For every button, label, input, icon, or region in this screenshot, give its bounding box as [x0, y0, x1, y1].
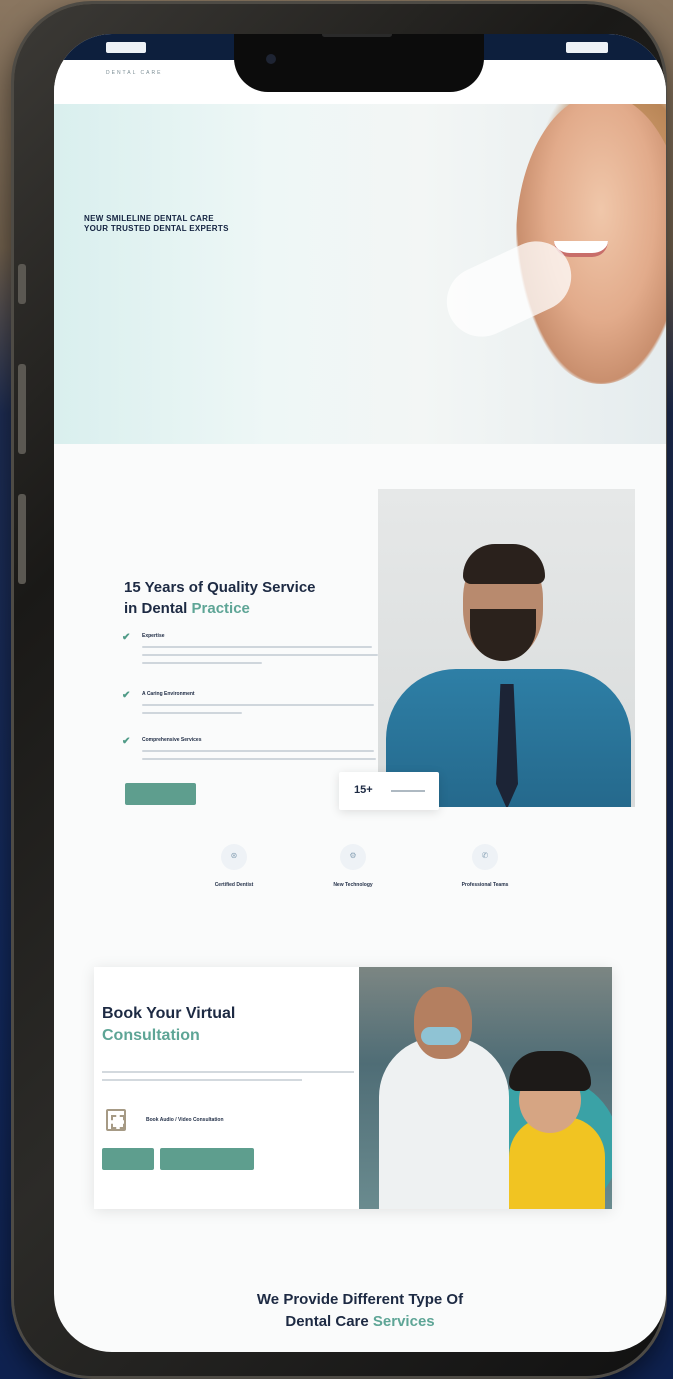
badge-label: Professional Teams	[461, 882, 509, 888]
feature-text-line	[142, 758, 376, 760]
doctor-mask	[421, 1027, 461, 1045]
services-title-line2: Dental Care Services	[54, 1311, 666, 1333]
feature-text-line	[142, 750, 374, 752]
feature-text-line	[142, 662, 262, 664]
years-stat-label	[391, 790, 425, 792]
hero-title-line2: YOUR TRUSTED DENTAL EXPERTS	[84, 224, 229, 233]
tooth-icon: ⊛	[221, 844, 247, 870]
child-hair	[509, 1051, 591, 1091]
quality-title-accent: Practice	[191, 600, 250, 617]
quality-title: 15 Years of Quality Service in Dental Pr…	[124, 577, 316, 619]
top-bar-left-pill[interactable]	[106, 42, 146, 53]
consultation-button-1[interactable]	[102, 1148, 154, 1170]
badge-new-technology: ⚙ New Technology	[298, 844, 408, 888]
feature-text-line	[142, 654, 378, 656]
years-stat-number: 15+	[354, 784, 373, 796]
consultation-card: Book Your Virtual Consultation Book Audi…	[94, 967, 612, 1209]
consultation-title-line2: Consultation	[102, 1027, 200, 1044]
services-title-line1: We Provide Different Type Of	[256, 1291, 464, 1308]
silent-switch	[18, 264, 26, 304]
logo[interactable]: DENTAL CARE	[106, 68, 184, 98]
badge-label: New Technology	[333, 882, 373, 888]
quality-title-line1: 15 Years of Quality Service	[124, 579, 316, 596]
feature-name: A Caring Environment	[142, 691, 195, 697]
consultation-feature: Book Audio / Video Consultation	[146, 1117, 224, 1123]
camera	[266, 54, 276, 64]
notch	[234, 34, 484, 92]
badge-professional-teams: ✆ Professional Teams	[430, 844, 540, 888]
services-title-plain: Dental Care	[285, 1313, 369, 1330]
quality-button[interactable]	[125, 783, 196, 805]
feature-name: Expertise	[142, 633, 165, 639]
hero-title-line1: NEW SMILELINE DENTAL CARE	[84, 214, 214, 223]
speaker	[322, 34, 392, 37]
doctor-coat	[379, 1037, 509, 1209]
services-title: We Provide Different Type Of Dental Care…	[54, 1289, 666, 1333]
consultation-photo	[359, 967, 612, 1209]
feature-text-line	[142, 712, 242, 714]
phone-frame: DENTAL CARE NEW SMILELINE DENTAL CARE YO…	[14, 4, 666, 1376]
services-title-accent: Services	[372, 1313, 435, 1330]
badge-label: Certified Dentist	[214, 882, 254, 888]
gear-icon: ⚙	[340, 844, 366, 870]
consultation-title: Book Your Virtual Consultation	[102, 1003, 235, 1047]
quality-title-line2: in Dental Practice	[124, 598, 316, 619]
dentist-beard	[470, 609, 536, 661]
dentist-hair	[463, 544, 545, 584]
check-icon: ✔	[122, 690, 131, 701]
feature-name: Comprehensive Services	[142, 737, 202, 743]
consultation-text-line	[102, 1079, 302, 1081]
logo-subtitle: DENTAL CARE	[106, 70, 163, 76]
consultation-title-line1: Book Your Virtual	[102, 1005, 236, 1022]
doctor-head	[414, 987, 472, 1059]
hero-title: NEW SMILELINE DENTAL CARE YOUR TRUSTED D…	[84, 214, 229, 234]
quality-title-plain: in Dental	[124, 600, 188, 617]
dentist-photo	[378, 489, 635, 807]
hero-section: NEW SMILELINE DENTAL CARE YOUR TRUSTED D…	[54, 104, 666, 444]
years-stat-card: 15+	[339, 772, 439, 810]
qr-icon	[106, 1109, 126, 1131]
top-bar-right-pill[interactable]	[566, 42, 608, 53]
feature-text-line	[142, 704, 374, 706]
feature-text-line	[142, 646, 372, 648]
consultation-text-line	[102, 1071, 354, 1073]
badge-certified-dentist: ⊛ Certified Dentist	[179, 844, 289, 888]
phone-icon: ✆	[472, 844, 498, 870]
phone-screen: DENTAL CARE NEW SMILELINE DENTAL CARE YO…	[54, 34, 666, 1352]
volume-up-button	[18, 364, 26, 454]
check-icon: ✔	[122, 632, 131, 643]
volume-down-button	[18, 494, 26, 584]
consultation-button-2[interactable]	[160, 1148, 254, 1170]
check-icon: ✔	[122, 736, 131, 747]
